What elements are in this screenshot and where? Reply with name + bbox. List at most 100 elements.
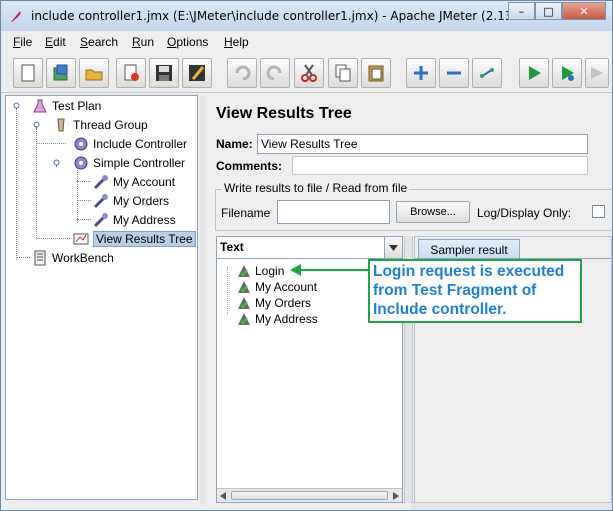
tree-node-label: Thread Group xyxy=(73,118,148,132)
write-results-group-title: Write results to file / Read from file xyxy=(222,181,410,195)
start-icon xyxy=(529,66,541,80)
start-no-pauses-button[interactable] xyxy=(552,58,582,88)
cut-icon xyxy=(301,64,317,82)
menu-help-mnemonic: H xyxy=(224,35,233,49)
scroll-left-icon[interactable] xyxy=(220,492,226,500)
comments-field[interactable] xyxy=(292,156,588,175)
tree-node-test-plan[interactable]: Test Plan xyxy=(32,97,101,115)
tree-node-thread-group[interactable]: Thread Group xyxy=(53,116,148,134)
result-item-my-orders[interactable]: My Orders xyxy=(237,295,311,311)
tree-node-my-address[interactable]: My Address xyxy=(93,211,176,229)
toggle-button[interactable] xyxy=(472,58,502,88)
menu-edit[interactable]: Edit xyxy=(45,35,66,49)
menu-edit-mnemonic: E xyxy=(45,35,54,49)
success-sample-icon xyxy=(238,313,250,325)
menu-search[interactable]: Search xyxy=(80,35,118,49)
toolbar xyxy=(1,53,612,93)
start-no-pauses-icon xyxy=(562,66,574,81)
copy-button[interactable] xyxy=(328,58,358,88)
tree-node-workbench[interactable]: WorkBench xyxy=(32,249,114,267)
name-label: Name: xyxy=(216,137,253,151)
tree-node-label: View Results Tree xyxy=(93,231,196,247)
menu-help[interactable]: Help xyxy=(224,35,249,49)
stop-button[interactable] xyxy=(585,58,609,88)
tree-node-label: My Account xyxy=(113,175,176,189)
open-icon xyxy=(85,69,103,81)
expand-icon xyxy=(414,66,428,80)
menu-options[interactable]: Options xyxy=(167,35,208,49)
tree-node-label: WorkBench xyxy=(52,251,114,265)
comments-label: Comments: xyxy=(216,159,283,173)
title-bar: include controller1.jmx (E:\JMeter\inclu… xyxy=(1,1,612,31)
sampler-icon xyxy=(93,213,108,228)
toggle-icon xyxy=(480,68,494,78)
close-window-button[interactable]: ✕ xyxy=(562,2,606,20)
simple-controller-icon xyxy=(74,156,88,170)
renderer-select[interactable]: Text xyxy=(217,237,402,259)
expand-all-button[interactable] xyxy=(406,58,436,88)
browse-button[interactable]: Browse... xyxy=(396,201,470,223)
annotation-callout: Login request is executed from Test Frag… xyxy=(368,259,582,323)
write-results-group: Write results to file / Read from file F… xyxy=(215,181,613,231)
workbench-icon xyxy=(34,250,46,266)
new-button[interactable] xyxy=(13,58,43,88)
close-file-button[interactable] xyxy=(116,58,146,88)
test-plan-icon xyxy=(33,99,47,113)
collapse-all-button[interactable] xyxy=(439,58,469,88)
jmeter-feather-icon xyxy=(9,9,23,23)
start-button[interactable] xyxy=(519,58,549,88)
result-item-login[interactable]: Login xyxy=(237,263,284,279)
results-tree-line xyxy=(227,267,228,315)
tree-node-include-controller[interactable]: Include Controller xyxy=(73,135,187,153)
menu-run[interactable]: Run xyxy=(132,35,154,49)
result-item-label: Login xyxy=(255,264,285,278)
copy-icon xyxy=(335,64,351,82)
scroll-thumb[interactable] xyxy=(231,491,388,500)
success-sample-icon xyxy=(238,265,250,277)
listener-icon xyxy=(73,233,89,245)
tree-node-label: Simple Controller xyxy=(93,156,186,170)
tree-line xyxy=(36,238,70,239)
open-button[interactable] xyxy=(79,58,109,88)
cut-button[interactable] xyxy=(294,58,324,88)
name-field[interactable]: View Results Tree xyxy=(257,134,588,154)
tree-toggle-icon[interactable] xyxy=(52,158,61,167)
undo-button[interactable] xyxy=(227,58,257,88)
menu-search-mnemonic: S xyxy=(80,35,89,49)
result-item-label: My Account xyxy=(255,280,318,294)
tree-node-simple-controller[interactable]: Simple Controller xyxy=(73,154,185,172)
tree-node-view-results-tree[interactable]: View Results Tree xyxy=(73,230,196,248)
save-as-button[interactable] xyxy=(182,58,212,88)
bottom-splitter[interactable] xyxy=(411,502,612,510)
tab-sampler-result[interactable]: Sampler result xyxy=(418,239,520,259)
menu-search-label: earch xyxy=(88,35,119,49)
include-controller-icon xyxy=(74,137,88,151)
tree-node-my-orders[interactable]: My Orders xyxy=(93,192,169,210)
tree-node-my-account[interactable]: My Account xyxy=(93,173,175,191)
maximize-button[interactable]: □ xyxy=(535,2,562,20)
save-as-icon xyxy=(189,65,205,81)
filename-input[interactable] xyxy=(277,200,390,224)
menu-help-label: elp xyxy=(232,35,249,49)
paste-button[interactable] xyxy=(361,58,391,88)
log-display-only-label: Log/Display Only: xyxy=(477,206,572,220)
tree-toggle-icon[interactable] xyxy=(12,101,21,110)
result-item-my-address[interactable]: My Address xyxy=(237,311,318,327)
result-item-my-account[interactable]: My Account xyxy=(237,279,317,295)
log-display-only-checkbox[interactable] xyxy=(592,205,605,218)
close-icon xyxy=(124,64,139,81)
window-controls: – □ ✕ xyxy=(508,2,606,20)
result-item-label: My Orders xyxy=(255,296,312,310)
templates-icon xyxy=(53,64,68,81)
jmeter-window: include controller1.jmx (E:\JMeter\inclu… xyxy=(0,0,613,511)
minimize-button[interactable]: – xyxy=(508,2,535,20)
tree-toggle-icon[interactable] xyxy=(32,120,41,129)
thread-group-icon xyxy=(57,118,65,132)
tree-node-label: Include Controller xyxy=(93,137,188,151)
scroll-right-icon[interactable] xyxy=(393,492,399,500)
save-button[interactable] xyxy=(149,58,179,88)
menu-file[interactable]: File xyxy=(13,35,32,49)
results-horizontal-scrollbar[interactable] xyxy=(217,488,402,502)
templates-button[interactable] xyxy=(46,58,76,88)
redo-button[interactable] xyxy=(260,58,290,88)
